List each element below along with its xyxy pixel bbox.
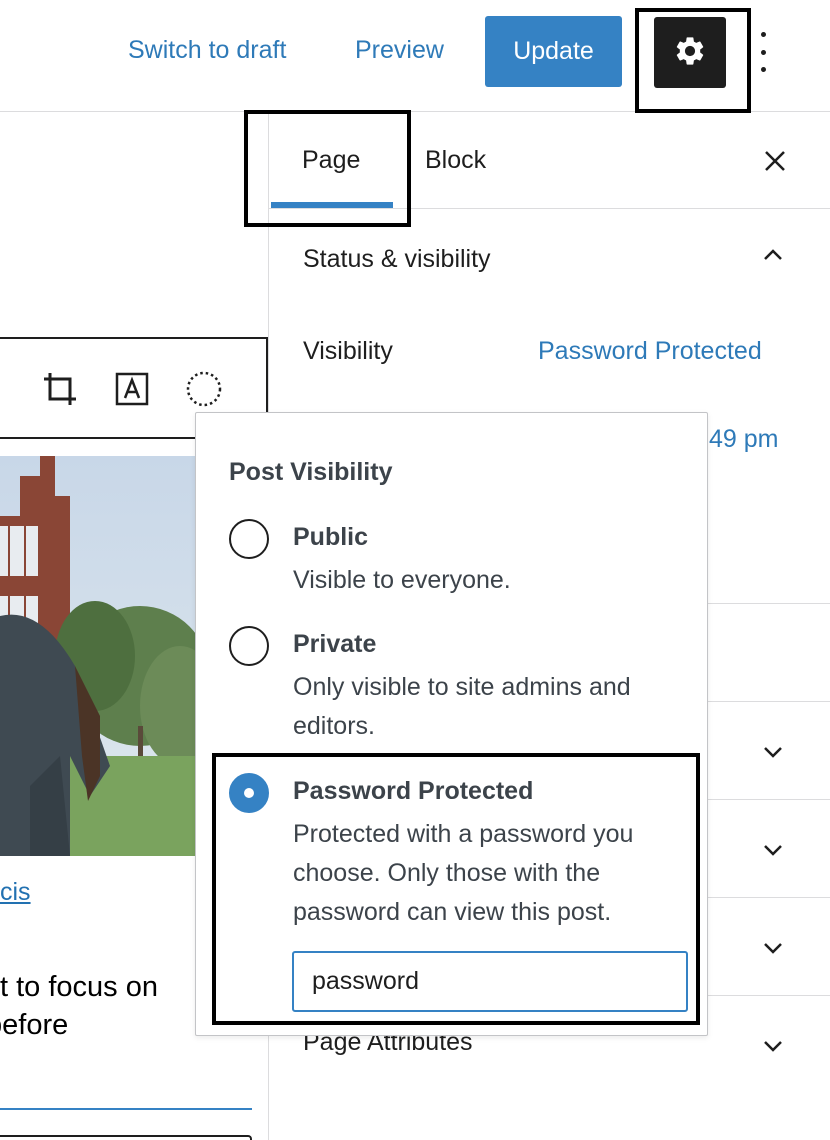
kebab-dot (760, 49, 766, 55)
publish-date-button[interactable]: 49 pm (709, 425, 778, 454)
close-icon[interactable] (763, 149, 787, 173)
update-button[interactable]: Update (485, 16, 622, 87)
option-description: Visible to everyone. (293, 566, 511, 594)
crop-icon[interactable] (40, 369, 80, 409)
radio-public[interactable] (229, 519, 269, 559)
link-icon[interactable] (0, 369, 16, 409)
kebab-dot (760, 67, 766, 72)
gear-icon (673, 34, 707, 71)
option-label: Private (293, 630, 377, 658)
chevron-down-icon (761, 936, 785, 960)
page-tab-highlight-box (244, 110, 411, 227)
chevron-down-icon (761, 838, 785, 862)
image-block[interactable] (0, 456, 200, 856)
text-overlay-icon[interactable] (112, 369, 152, 409)
select-icon[interactable] (184, 369, 224, 409)
visibility-option-password[interactable]: Password Protected Protected with a pass… (196, 773, 709, 933)
post-visibility-popover: Post Visibility Public Visible to everyo… (195, 412, 708, 1036)
options-menu-button[interactable] (752, 32, 774, 72)
option-label: Password Protected (293, 777, 534, 805)
tab-block[interactable]: Block (425, 146, 486, 175)
visibility-option-private[interactable]: Private Only visible to site admins and … (196, 626, 709, 746)
block-separator (0, 1108, 252, 1110)
radio-private[interactable] (229, 626, 269, 666)
popover-title: Post Visibility (229, 458, 393, 486)
radio-password-protected[interactable] (229, 773, 269, 813)
image-caption-link[interactable]: cis (0, 878, 31, 907)
chevron-down-icon (761, 1034, 785, 1058)
preview-button[interactable]: Preview (355, 36, 444, 65)
settings-button[interactable] (654, 17, 726, 88)
option-label: Public (293, 523, 369, 551)
visibility-label: Visibility (303, 337, 393, 365)
next-block-outline (0, 1135, 252, 1140)
visibility-toggle[interactable]: Password Protected (538, 337, 762, 366)
password-input[interactable] (292, 951, 688, 1012)
chevron-down-icon (761, 740, 785, 764)
kebab-dot (760, 32, 766, 37)
editor-header: Switch to draft Preview Update (0, 0, 830, 113)
switch-to-draft-button[interactable]: Switch to draft (128, 36, 286, 65)
option-description: Only visible to site admins and editors. (293, 673, 631, 740)
chevron-up-icon[interactable] (761, 243, 785, 267)
status-visibility-title[interactable]: Status & visibility (303, 245, 491, 274)
visibility-option-public[interactable]: Public Visible to everyone. (196, 519, 709, 599)
option-description: Protected with a password you choose. On… (293, 820, 634, 926)
